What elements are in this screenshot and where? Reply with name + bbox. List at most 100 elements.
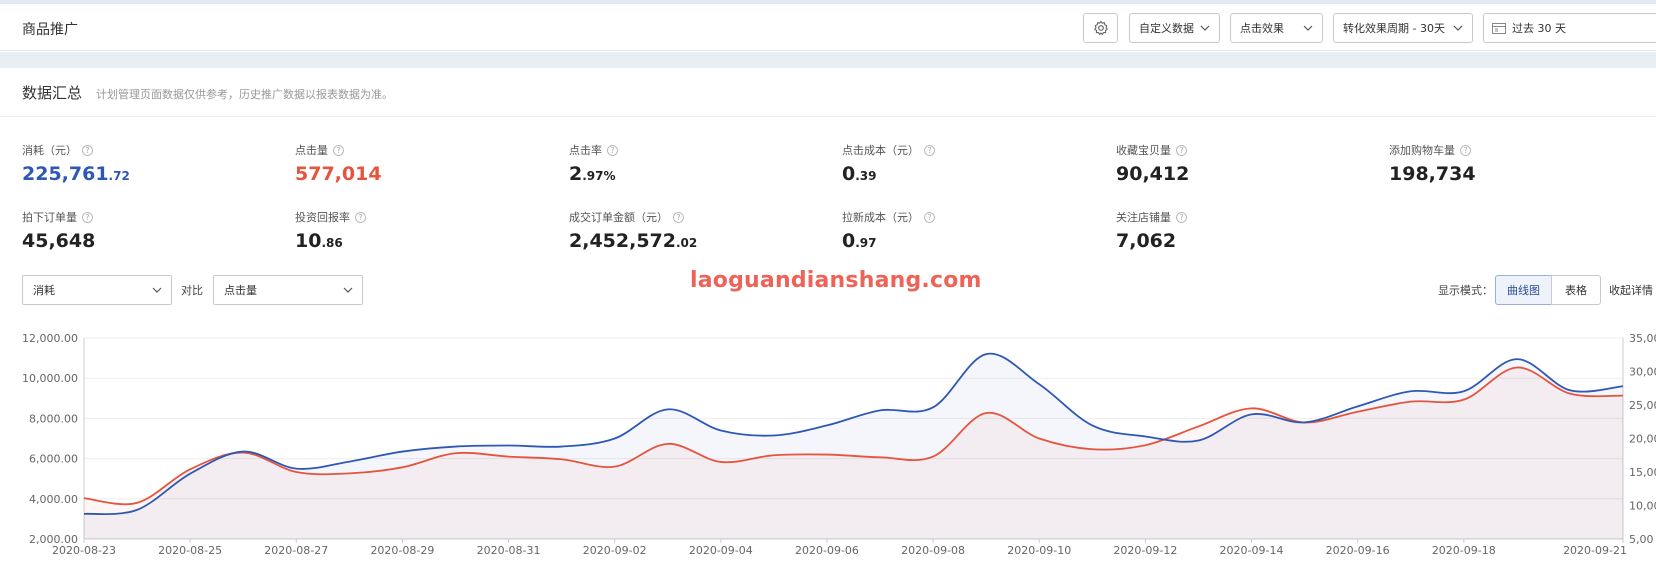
metric-decimal: .97% <box>582 169 616 183</box>
metric-label: 关注店铺量 <box>1116 211 1171 224</box>
metric-add-to-cart: 添加购物车量? 198,734 <box>1389 142 1476 185</box>
metric-label: 收藏宝贝量 <box>1116 144 1171 157</box>
click-effect-dropdown[interactable]: 点击效果 <box>1230 13 1323 43</box>
metric-favorites: 收藏宝贝量? 90,412 <box>1116 142 1189 185</box>
help-icon[interactable]: ? <box>924 144 935 156</box>
settings-button[interactable] <box>1083 13 1118 43</box>
watermark-text: laoguandianshang.com <box>690 268 982 293</box>
x-tick-label: 2020-08-23 <box>52 544 116 557</box>
metric-value: 7,062 <box>1116 230 1177 252</box>
help-icon[interactable]: ? <box>355 211 366 223</box>
metric-value: 90,412 <box>1116 163 1190 185</box>
metric-value: 0 <box>842 230 856 252</box>
y-right-tick-label: 35,00 <box>1629 332 1656 345</box>
compare-metric-select[interactable]: 点击量 <box>213 275 363 305</box>
compare-label: 对比 <box>181 284 203 297</box>
chevron-down-icon <box>343 287 353 293</box>
metric-label: 拍下订单量 <box>22 211 77 224</box>
y-right-tick-label: 15,00 <box>1629 466 1656 479</box>
date-range-picker[interactable]: 过去 30 天 <box>1483 13 1656 43</box>
custom-data-label: 自定义数据 <box>1139 22 1194 35</box>
chevron-down-icon <box>1303 25 1313 31</box>
primary-metric-value: 消耗 <box>33 284 55 297</box>
y-right-tick-label: 30,00 <box>1629 366 1656 379</box>
help-icon[interactable]: ? <box>82 211 93 223</box>
help-icon[interactable]: ? <box>924 211 935 223</box>
x-tick-label: 2020-09-16 <box>1326 544 1390 557</box>
metric-value: 2,452,572 <box>569 230 676 252</box>
collapse-details-link[interactable]: 收起详情 <box>1609 282 1653 298</box>
x-tick-label: 2020-09-18 <box>1432 544 1496 557</box>
metric-acquisition-cost: 拉新成本（元）? 0.97 <box>842 209 935 252</box>
summary-title: 数据汇总 <box>22 84 83 102</box>
page-header: 商品推广 自定义数据 点击效果 转化效果周期 - 30天 过去 30 天 <box>0 4 1656 51</box>
y-left-tick-label: 4,000.00 <box>29 493 78 506</box>
metric-value: 45,648 <box>22 230 96 252</box>
y-left-tick-label: 12,000.00 <box>22 332 78 345</box>
y-right-tick-label: 25,00 <box>1629 399 1656 412</box>
x-tick-label: 2020-09-04 <box>689 544 753 557</box>
metric-label: 点击量 <box>295 144 328 157</box>
metric-label: 消耗（元） <box>22 144 77 157</box>
calendar-icon <box>1492 23 1506 34</box>
metric-decimal: .72 <box>108 169 130 183</box>
gear-icon <box>1093 20 1108 35</box>
y-left-tick-label: 8,000.00 <box>29 412 78 425</box>
chevron-down-icon <box>1200 25 1210 31</box>
metric-decimal: .02 <box>675 236 698 250</box>
y-left-tick-label: 10,000.00 <box>22 372 78 385</box>
summary-note: 计划管理页面数据仅供参考，历史推广数据以报表数据为准。 <box>96 88 393 101</box>
y-right-tick-label: 20,00 <box>1629 433 1656 446</box>
display-mode-label: 显示模式： <box>1438 284 1493 297</box>
section-gap <box>0 52 1656 68</box>
metric-shop-follows: 关注店铺量? 7,062 <box>1116 209 1187 252</box>
conversion-period-label: 转化效果周期 - 30天 <box>1343 22 1445 35</box>
x-tick-label: 2020-08-31 <box>477 544 541 557</box>
help-icon[interactable]: ? <box>673 211 684 223</box>
metric-roi: 投资回报率? 10.86 <box>295 209 366 252</box>
conversion-period-dropdown[interactable]: 转化效果周期 - 30天 <box>1333 13 1473 43</box>
line-chart-mode-button[interactable]: 曲线图 <box>1495 275 1552 305</box>
metric-value: 225,761 <box>22 163 109 185</box>
date-range-label: 过去 30 天 <box>1512 22 1566 35</box>
help-icon[interactable]: ? <box>333 144 344 156</box>
y-left-tick-label: 6,000.00 <box>29 453 78 466</box>
metric-label: 投资回报率 <box>295 211 350 224</box>
metric-value: 0 <box>842 163 856 185</box>
x-tick-label: 2020-09-10 <box>1007 544 1071 557</box>
metric-cost: 消耗（元）? 225,761.72 <box>22 142 130 185</box>
x-tick-label: 2020-09-21 <box>1563 544 1627 557</box>
section-divider <box>0 116 1656 117</box>
metric-label: 成交订单金额（元） <box>569 211 668 224</box>
click-effect-label: 点击效果 <box>1240 22 1284 35</box>
x-tick-label: 2020-08-27 <box>264 544 328 557</box>
custom-data-dropdown[interactable]: 自定义数据 <box>1129 13 1220 43</box>
primary-metric-select[interactable]: 消耗 <box>22 275 172 305</box>
table-mode-button[interactable]: 表格 <box>1551 275 1601 305</box>
page-title: 商品推广 <box>22 22 78 38</box>
x-tick-label: 2020-09-08 <box>901 544 965 557</box>
chevron-down-icon <box>1453 25 1463 31</box>
metric-clicks: 点击量? 577,014 <box>295 142 382 185</box>
help-icon[interactable]: ? <box>1176 144 1187 156</box>
metric-cpc: 点击成本（元）? 0.39 <box>842 142 935 185</box>
metric-label: 添加购物车量 <box>1389 144 1455 157</box>
metric-gmv: 成交订单金额（元）? 2,452,572.02 <box>569 209 697 252</box>
help-icon[interactable]: ? <box>1460 144 1471 156</box>
chevron-down-icon <box>152 287 162 293</box>
help-icon[interactable]: ? <box>1176 211 1187 223</box>
trend-line-chart: 2,000.004,000.006,000.008,000.0010,000.0… <box>22 332 1656 557</box>
series-area <box>84 353 1623 539</box>
metric-label: 点击率 <box>569 144 602 157</box>
x-tick-label: 2020-09-14 <box>1220 544 1284 557</box>
metric-value: 577,014 <box>295 163 382 185</box>
help-icon[interactable]: ? <box>82 144 93 156</box>
y-right-tick-label: 10,00 <box>1629 500 1656 513</box>
x-tick-label: 2020-09-12 <box>1113 544 1177 557</box>
metric-decimal: .97 <box>855 236 877 250</box>
help-icon[interactable]: ? <box>607 144 618 156</box>
y-right-tick-label: 5,00 <box>1629 533 1654 546</box>
x-tick-label: 2020-09-06 <box>795 544 859 557</box>
metric-label: 点击成本（元） <box>842 144 919 157</box>
metric-value: 198,734 <box>1389 163 1476 185</box>
